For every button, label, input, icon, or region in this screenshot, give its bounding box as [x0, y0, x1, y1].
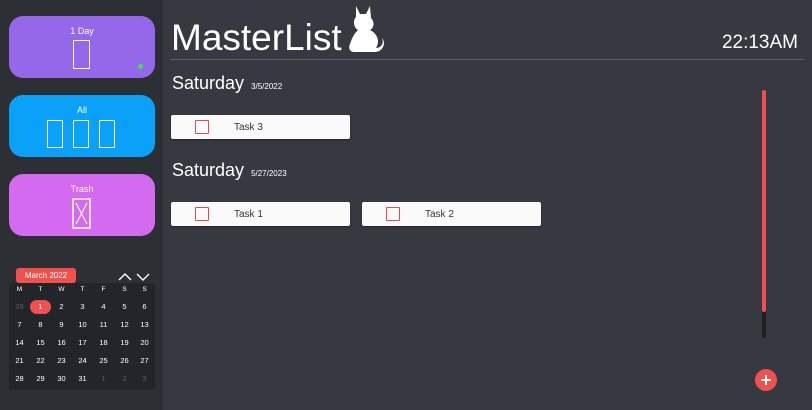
- calendar-day[interactable]: 28: [9, 372, 30, 386]
- calendar-week-row: 7 8 9 10 11 12 13: [9, 318, 155, 336]
- calendar-day[interactable]: 4: [93, 300, 114, 314]
- weekday-label: T: [38, 286, 43, 293]
- status-dot: [138, 64, 143, 69]
- clock: 22:13AM: [721, 32, 798, 53]
- task-card[interactable]: Task 2: [362, 202, 541, 226]
- chevron-down-icon: [136, 273, 150, 281]
- calendar-day[interactable]: 27: [134, 354, 155, 368]
- calendar-day[interactable]: 15: [30, 336, 51, 350]
- task-label: Task 1: [234, 209, 263, 220]
- calendar-day[interactable]: 1: [93, 372, 114, 386]
- all-card-label: All: [76, 105, 87, 115]
- weekday-label: S: [122, 286, 127, 293]
- calendar-day[interactable]: 14: [9, 336, 30, 350]
- calendar-day[interactable]: 9: [51, 318, 72, 332]
- task-checkbox[interactable]: [386, 207, 400, 221]
- calendar-day[interactable]: 20: [134, 336, 155, 350]
- weekday-label: S: [142, 286, 147, 293]
- one-day-view-card[interactable]: 1 Day: [9, 16, 155, 78]
- all-view-card[interactable]: All: [9, 95, 155, 157]
- weekday-label: W: [58, 286, 65, 293]
- calendar-week-row: 14 15 16 17 18 19 20: [9, 336, 155, 354]
- calendar-week-row: 28 1 2 3 4 5 6: [9, 300, 155, 318]
- calendar-day[interactable]: 18: [93, 336, 114, 350]
- calendar-day[interactable]: 19: [114, 336, 135, 350]
- calendar-week-row: 21 22 23 24 25 26 27: [9, 354, 155, 372]
- calendar-day[interactable]: 12: [114, 318, 135, 332]
- calendar-day[interactable]: 3: [72, 300, 93, 314]
- calendar-week-row: 28 29 30 31 1 2 3: [9, 372, 155, 390]
- cat-icon: [349, 6, 384, 52]
- calendar-next-button[interactable]: [135, 270, 151, 282]
- calendar-day[interactable]: 2: [51, 300, 72, 314]
- day-name: Saturday: [172, 73, 245, 93]
- calendar-prev-button[interactable]: [117, 270, 133, 282]
- calendar-month-label: March 2022: [16, 268, 76, 283]
- calendar-day[interactable]: 17: [72, 336, 93, 350]
- weekday-label: M: [16, 286, 23, 293]
- calendar-day[interactable]: 5: [114, 300, 135, 314]
- calendar-day[interactable]: 2: [114, 372, 135, 386]
- weekday-label: F: [101, 286, 106, 293]
- trash-view-card[interactable]: Trash: [9, 174, 155, 236]
- task-label: Task 3: [234, 122, 263, 133]
- day-group-heading: Saturday 5/27/2023: [172, 160, 287, 181]
- trash-card-label: Trash: [70, 184, 94, 194]
- add-task-button[interactable]: [755, 369, 777, 391]
- calendar-day[interactable]: 8: [30, 318, 51, 332]
- calendar-grid: M T W T F S S 28 1 2 3 4 5 6 7 8 9 10 11…: [9, 283, 155, 390]
- scrollbar-thumb[interactable]: [762, 90, 766, 312]
- calendar-day[interactable]: 7: [9, 318, 30, 332]
- task-label: Task 2: [425, 209, 454, 220]
- header-divider: [170, 59, 804, 60]
- calendar-day[interactable]: 13: [134, 318, 155, 332]
- one-day-card-label: 1 Day: [70, 26, 94, 36]
- calendar-day[interactable]: 22: [30, 354, 51, 368]
- task-checkbox[interactable]: [195, 207, 209, 221]
- plus-icon: [761, 375, 771, 385]
- calendar-day[interactable]: 16: [51, 336, 72, 350]
- calendar-day[interactable]: 3: [134, 372, 155, 386]
- sidebar: 1 Day All Trash March 2022 M T W T F S S…: [0, 0, 163, 410]
- day-date: 5/27/2023: [251, 169, 287, 178]
- day-name: Saturday: [172, 160, 245, 180]
- calendar-day[interactable]: 26: [114, 354, 135, 368]
- calendar-day[interactable]: 28: [9, 300, 30, 314]
- weekday-label: T: [80, 286, 85, 293]
- calendar-day[interactable]: 23: [51, 354, 72, 368]
- app-title: MasterList: [171, 17, 342, 58]
- calendar-day[interactable]: 24: [72, 354, 93, 368]
- calendar-day[interactable]: 10: [72, 318, 93, 332]
- task-card[interactable]: Task 1: [171, 202, 350, 226]
- calendar-day[interactable]: 11: [93, 318, 114, 332]
- day-group-heading: Saturday 3/5/2022: [172, 73, 282, 94]
- calendar-day[interactable]: 21: [9, 354, 30, 368]
- task-card[interactable]: Task 3: [171, 115, 350, 139]
- calendar-day[interactable]: 30: [51, 372, 72, 386]
- calendar-day[interactable]: 25: [93, 354, 114, 368]
- calendar-day[interactable]: 29: [30, 372, 51, 386]
- calendar-day-selected[interactable]: 1: [30, 300, 51, 314]
- task-checkbox[interactable]: [195, 120, 209, 134]
- calendar-day[interactable]: 31: [72, 372, 93, 386]
- chevron-up-icon: [118, 273, 132, 281]
- calendar-day[interactable]: 6: [134, 300, 155, 314]
- day-date: 3/5/2022: [251, 82, 283, 91]
